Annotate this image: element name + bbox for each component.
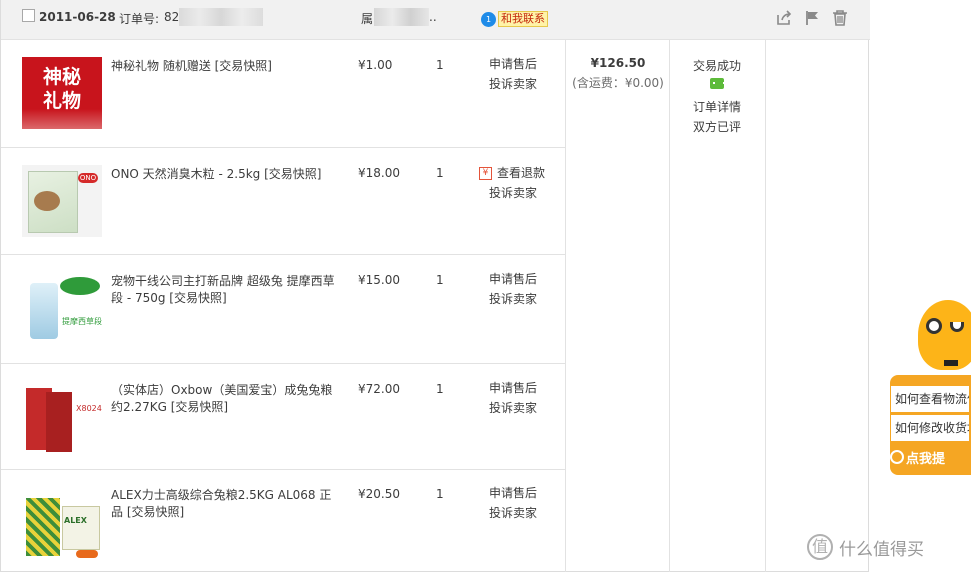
order-date: 2011-06-28	[39, 10, 116, 24]
watermark-text: 什么值得买	[839, 539, 924, 560]
product-thumbnail[interactable]: ALEX	[22, 492, 102, 564]
product-thumbnail[interactable]: 提摩西草段	[22, 273, 102, 345]
thumbnail-text: 神秘 礼物	[42, 66, 81, 112]
share-icon[interactable]	[775, 9, 793, 27]
item-price: ¥15.00	[358, 273, 400, 287]
thumbnail-text: ONO	[78, 173, 98, 183]
complain-seller-link[interactable]: 投诉卖家	[489, 289, 537, 309]
item-price: ¥18.00	[358, 166, 400, 180]
item-services: 申请售后 投诉卖家	[489, 483, 537, 523]
chat-icon[interactable]	[710, 78, 725, 89]
product-title-link[interactable]: 宠物干线公司主打新品牌 超级兔 提摩西草段 - 750g [交易快照]	[111, 273, 336, 307]
item-price: ¥20.50	[358, 487, 400, 501]
product-thumbnail[interactable]: X8024	[22, 382, 102, 454]
mascot-eye	[926, 318, 942, 334]
apply-aftersale-link[interactable]: 申请售后	[489, 269, 537, 289]
contact-seller-button[interactable]: 1 和我联系	[481, 10, 548, 28]
shipping-fee: (含运费：¥0.00)	[572, 76, 664, 90]
item-services: 申请售后 投诉卖家	[489, 269, 537, 309]
product-title-link[interactable]: 神秘礼物 随机赠送 [交易快照]	[111, 58, 336, 75]
smzdm-logo-icon: 值	[807, 534, 833, 560]
item-quantity: 1	[436, 382, 444, 396]
chat-icon-wrap[interactable]	[669, 76, 765, 97]
column-divider	[765, 40, 766, 572]
product-thumbnail[interactable]: 神秘 礼物	[22, 57, 102, 129]
order-card: 2011-06-28 订单号: 82 属 .. 1 和我联系 神秘 礼物 神秘礼…	[0, 0, 870, 572]
flag-icon[interactable]	[803, 9, 821, 27]
product-title-link[interactable]: ALEX力士高级综合兔粮2.5KG AL068 正品 [交易快照]	[111, 487, 336, 521]
product-bag	[26, 498, 60, 556]
reflection	[22, 109, 102, 129]
chat-bubble-icon: 1	[481, 11, 496, 27]
item-quantity: 1	[436, 58, 444, 72]
redacted-order-number	[179, 8, 263, 26]
item-quantity: 1	[436, 273, 444, 287]
complain-seller-link[interactable]: 投诉卖家	[479, 183, 545, 203]
trash-icon[interactable]	[831, 9, 849, 27]
watermark: 值 什么值得买	[807, 534, 924, 560]
item-services: ¥ 查看退款 投诉卖家	[479, 163, 545, 203]
refund-icon: ¥	[479, 167, 492, 180]
order-detail-link[interactable]: 订单详情	[669, 97, 765, 117]
order-item-row: 提摩西草段 宠物干线公司主打新品牌 超级兔 提摩西草段 - 750g [交易快照…	[1, 255, 565, 364]
rating-status[interactable]: 双方已评	[669, 117, 765, 137]
mascot-bowtie	[944, 360, 958, 366]
faq-logistics-link[interactable]: 如何查看物流信	[891, 386, 969, 412]
complain-seller-link[interactable]: 投诉卖家	[489, 503, 537, 523]
product-title-link[interactable]: （实体店）Oxbow（美国爱宝）成兔兔粮约2.27KG [交易快照]	[111, 382, 336, 416]
brand-logo	[60, 277, 100, 295]
order-number-label: 订单号:	[119, 12, 160, 26]
apply-aftersale-link[interactable]: 申请售后	[489, 483, 537, 503]
order-item-row: ALEX ALEX力士高级综合兔粮2.5KG AL068 正品 [交易快照] ¥…	[1, 470, 565, 572]
thumbnail-text: ALEX	[64, 516, 87, 525]
carrot-image	[76, 550, 98, 558]
mascot-eye	[950, 322, 964, 332]
apply-aftersale-link[interactable]: 申请售后	[489, 378, 537, 398]
redacted-seller-name	[374, 8, 429, 26]
seller-label: 属	[361, 12, 374, 26]
product-bag	[46, 392, 72, 452]
item-quantity: 1	[436, 166, 444, 180]
item-services: 申请售后 投诉卖家	[489, 54, 537, 94]
product-thumbnail[interactable]: ONO	[22, 165, 102, 237]
thumbnail-text: X8024	[76, 404, 102, 413]
order-item-row: 神秘 礼物 神秘礼物 随机赠送 [交易快照] ¥1.00 1 申请售后 投诉卖家	[1, 40, 565, 148]
order-item-row: X8024 （实体店）Oxbow（美国爱宝）成兔兔粮约2.27KG [交易快照]…	[1, 364, 565, 470]
order-checkbox[interactable]	[22, 9, 35, 22]
order-status: 交易成功 订单详情 双方已评	[669, 56, 765, 137]
total-amount: ¥126.50	[590, 56, 646, 70]
product-box	[62, 506, 100, 550]
order-item-row: ONO ONO 天然消臭木粒 - 2.5kg [交易快照] ¥18.00 1 ¥…	[1, 148, 565, 255]
thumbnail-text: 提摩西草段	[62, 317, 102, 326]
question-icon	[890, 450, 904, 464]
status-text: 交易成功	[692, 59, 741, 73]
order-number: 82	[164, 10, 180, 24]
product-bag	[30, 283, 58, 339]
item-services: 申请售后 投诉卖家	[489, 378, 537, 418]
complain-seller-link[interactable]: 投诉卖家	[489, 74, 537, 94]
order-total: ¥126.50 (含运费：¥0.00)	[567, 56, 669, 91]
rabbit-image	[34, 191, 60, 211]
assistant-widget: 如何查看物流信 如何修改收货地 点我提	[888, 300, 971, 480]
view-refund-label: 查看退款	[497, 166, 546, 180]
faq-address-link[interactable]: 如何修改收货地	[891, 415, 969, 441]
apply-aftersale-link[interactable]: 申请售后	[489, 54, 537, 74]
order-header: 2011-06-28 订单号: 82 属 .. 1 和我联系	[1, 0, 870, 40]
product-title-link[interactable]: ONO 天然消臭木粒 - 2.5kg [交易快照]	[111, 166, 336, 183]
item-price: ¥1.00	[358, 58, 393, 72]
complain-seller-link[interactable]: 投诉卖家	[489, 398, 537, 418]
view-refund-link[interactable]: ¥ 查看退款	[479, 163, 545, 183]
column-divider	[565, 40, 566, 572]
contact-label: 和我联系	[498, 11, 548, 27]
item-quantity: 1	[436, 487, 444, 501]
ask-question-button[interactable]: 点我提	[906, 448, 945, 467]
assistant-mascot[interactable]	[918, 300, 971, 370]
seller-ellipsis: ..	[429, 10, 437, 24]
item-price: ¥72.00	[358, 382, 400, 396]
